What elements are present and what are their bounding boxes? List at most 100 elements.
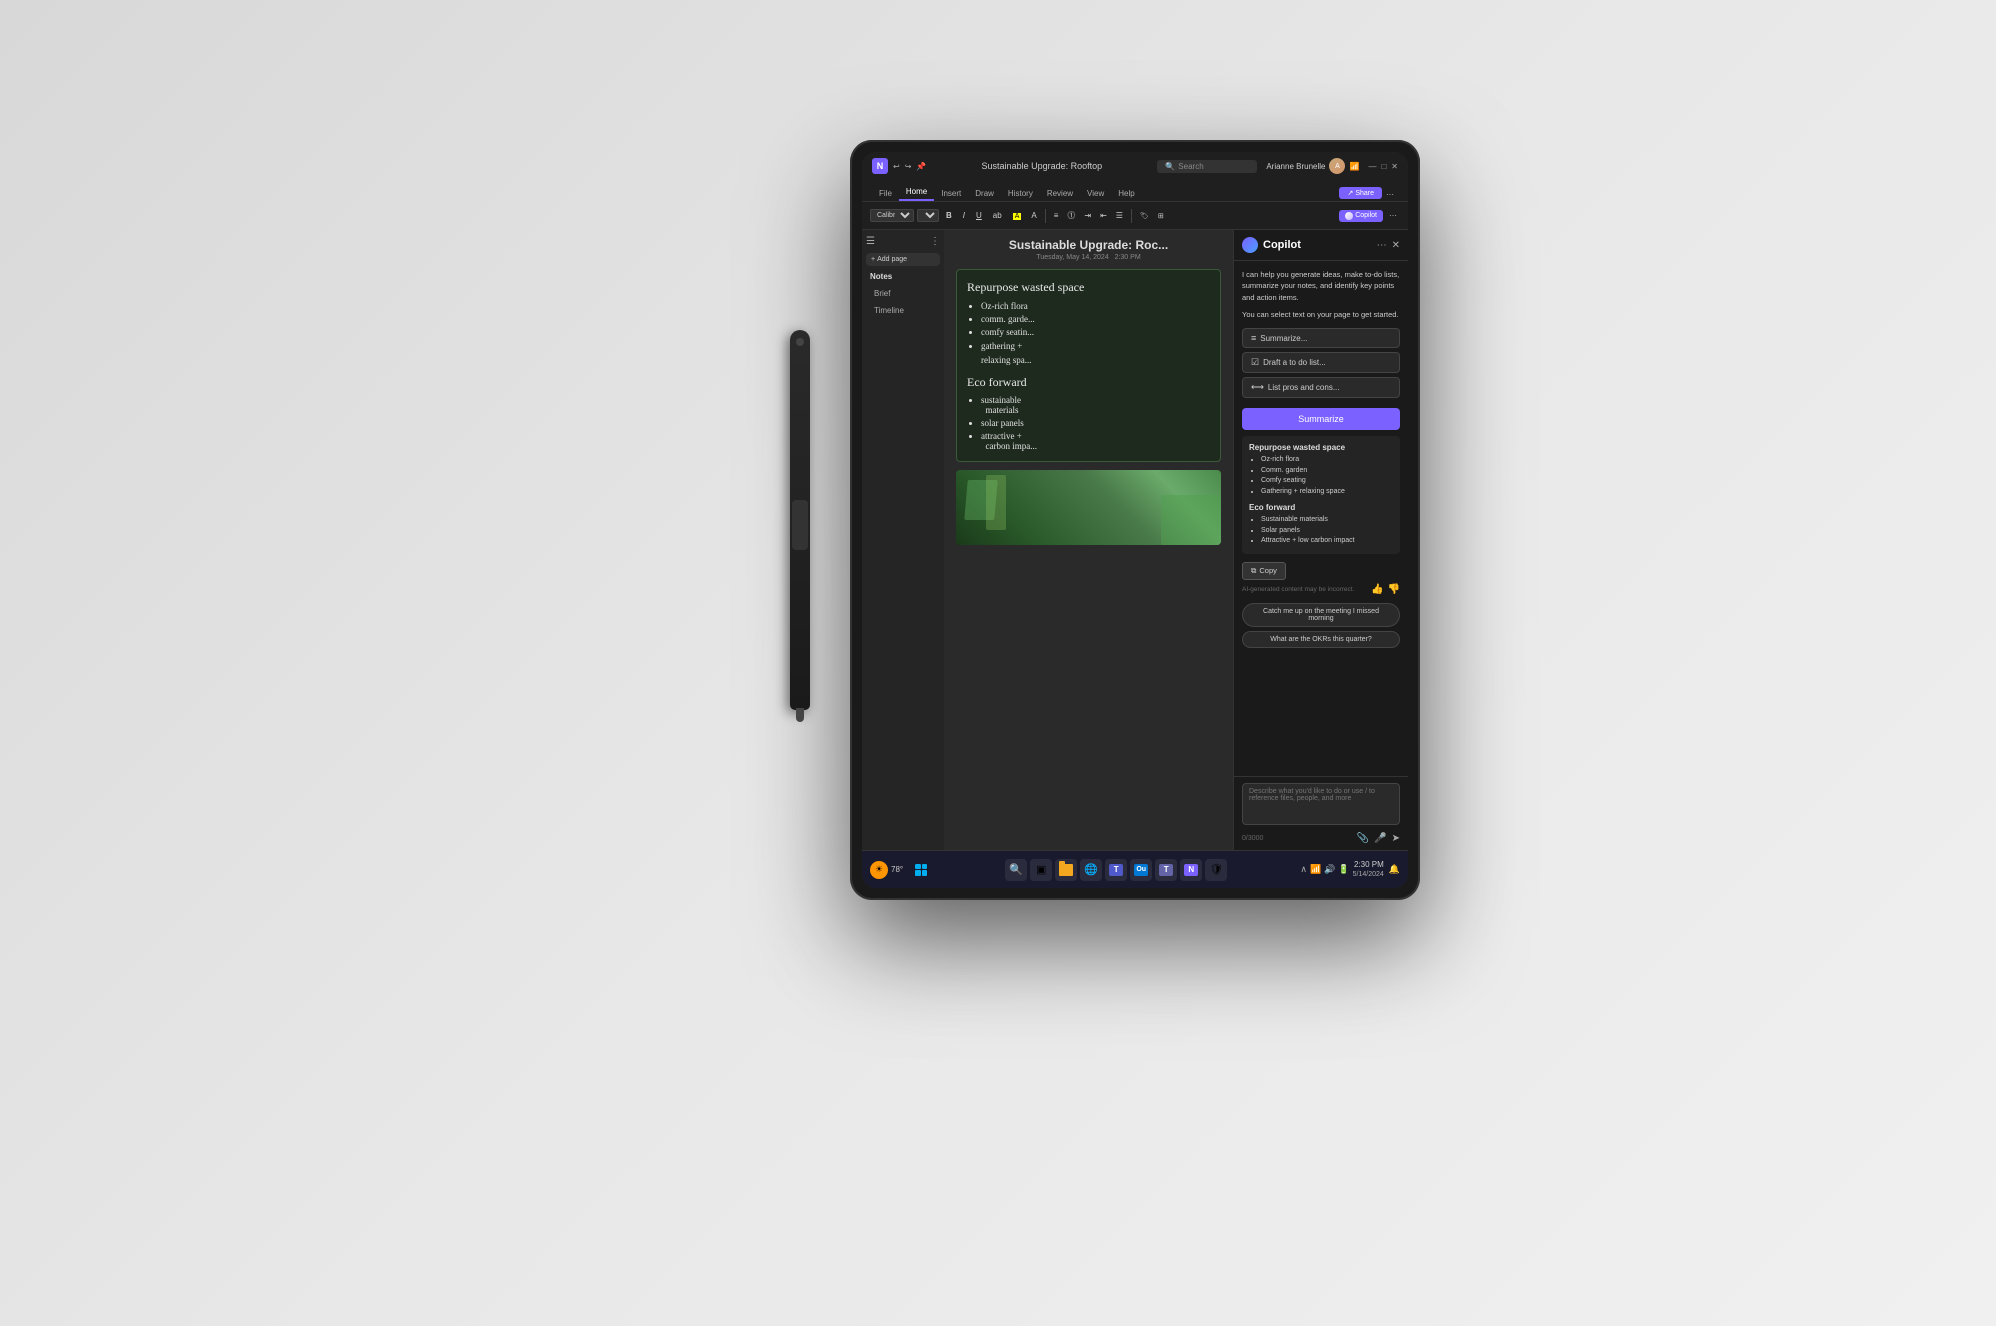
share-btn[interactable]: ↗ Share xyxy=(1339,187,1382,199)
taskbar-onenote-btn[interactable]: N xyxy=(1180,859,1202,881)
taskbar-security-btn[interactable]: 🛡 xyxy=(1205,859,1227,881)
numbering-btn[interactable]: ⓵ xyxy=(1064,208,1078,223)
sidebar-item-notes[interactable]: Notes xyxy=(866,270,940,283)
divider2 xyxy=(1131,209,1132,223)
taskbar-outlook-btn[interactable]: Ou xyxy=(1130,859,1152,881)
summary-item-4: Gathering + relaxing space xyxy=(1261,487,1393,498)
copilot-title: Copilot xyxy=(1263,239,1372,251)
settings-icon[interactable]: ⋮ xyxy=(930,236,940,247)
prompt-chip-1[interactable]: Catch me up on the meeting I missed morn… xyxy=(1242,603,1400,627)
tab-file[interactable]: File xyxy=(872,186,899,201)
summarize-result-btn[interactable]: Summarize xyxy=(1242,408,1400,430)
highlight-btn[interactable]: A xyxy=(1009,209,1026,222)
suggest-todo[interactable]: ☑ Draft a to do list... xyxy=(1242,352,1400,373)
taskbar-teams-btn[interactable]: T xyxy=(1105,859,1127,881)
hamburger-icon[interactable]: ☰ xyxy=(866,236,875,247)
tab-view[interactable]: View xyxy=(1080,186,1111,201)
app-icon: N xyxy=(872,158,888,174)
summary-item-1: Oz-rich flora xyxy=(1261,455,1393,466)
taskbar-edge-btn[interactable]: 🌐 xyxy=(1080,859,1102,881)
titlebar-pin[interactable]: 📌 xyxy=(916,162,926,171)
send-btn[interactable]: ➤ xyxy=(1392,833,1400,844)
weather-widget: ☀ 78° xyxy=(870,861,903,879)
note-body[interactable]: Repurpose wasted space Oz-rich flora com… xyxy=(944,265,1233,553)
bold-btn[interactable]: B xyxy=(942,209,956,222)
chevron-btn[interactable]: ∧ xyxy=(1300,864,1307,875)
titlebar-redo[interactable]: ↪ xyxy=(905,162,912,171)
copilot-header: Copilot ⋯ ✕ xyxy=(1234,230,1408,261)
close-btn[interactable]: ✕ xyxy=(1391,162,1398,171)
search-box[interactable]: 🔍 Search xyxy=(1157,160,1257,173)
underline-btn[interactable]: U xyxy=(972,209,986,222)
tab-draw[interactable]: Draw xyxy=(968,186,1001,201)
hw-item-7: attractive + carbon impa... xyxy=(981,431,1210,451)
hw-list-2: sustainable materials solar panels attra… xyxy=(967,395,1210,451)
add-page-btn[interactable]: + Add page xyxy=(866,253,940,266)
hw-item-4: gathering +relaxing spa... xyxy=(981,340,1210,367)
copilot-input-area: 0/3000 📎 🎤 ➤ xyxy=(1234,776,1408,850)
windows-start-btn[interactable] xyxy=(910,859,932,881)
ribbon-tabs: File Home Insert Draw History Review Vie… xyxy=(862,180,1408,202)
taskbar-teams2-btn[interactable]: T xyxy=(1155,859,1177,881)
sound-icon: 🔊 xyxy=(1324,864,1335,875)
copy-btn[interactable]: ⧉ Copy xyxy=(1242,562,1286,580)
align-btn[interactable]: ☰ xyxy=(1113,209,1126,222)
thumbsup-btn[interactable]: 👍 xyxy=(1371,584,1383,595)
indent-btn[interactable]: ⇥ xyxy=(1081,209,1094,222)
sidebar-item-brief[interactable]: Brief xyxy=(866,287,940,300)
summary-item-2: Comm. garden xyxy=(1261,466,1393,477)
mic-btn[interactable]: 🎤 xyxy=(1374,833,1386,844)
hw-title-1: Repurpose wasted space xyxy=(967,280,1210,295)
taskbar: ☀ 78° 🔍 ▣ xyxy=(862,850,1408,888)
italic-btn[interactable]: I xyxy=(959,209,969,222)
copilot-textarea[interactable] xyxy=(1242,783,1400,825)
copilot-select-hint: You can select text on your page to get … xyxy=(1242,309,1400,320)
summary-list-2: Sustainable materials Solar panels Attra… xyxy=(1249,515,1393,547)
font-family-select[interactable]: Calibri xyxy=(870,209,914,222)
hw-item-2: comm. garde... xyxy=(981,314,1210,324)
attach-btn[interactable]: 📎 xyxy=(1357,833,1369,844)
sidebar-item-timeline[interactable]: Timeline xyxy=(866,304,940,317)
copilot-more-btn[interactable]: ⋯ xyxy=(1377,240,1387,251)
maximize-btn[interactable]: □ xyxy=(1381,162,1386,171)
summary-item-7: Attractive + low carbon impact xyxy=(1261,536,1393,547)
suggest-summarize[interactable]: ≡ Summarize... xyxy=(1242,328,1400,348)
more-btn[interactable]: ⋯ xyxy=(1386,209,1400,222)
bullets-btn[interactable]: ≡ xyxy=(1051,209,1062,222)
network-icon: 📶 xyxy=(1310,864,1321,875)
screen: N ↩ ↪ 📌 Sustainable Upgrade: Rooftop 🔍 S… xyxy=(862,152,1408,888)
copilot-close-btn[interactable]: ✕ xyxy=(1392,240,1400,251)
tab-help[interactable]: Help xyxy=(1111,186,1141,201)
table-btn[interactable]: ⊞ xyxy=(1155,210,1167,222)
clock[interactable]: 2:30 PM 5/14/2024 xyxy=(1353,860,1384,879)
tab-home[interactable]: Home xyxy=(899,184,934,201)
strikethrough-btn[interactable]: ab xyxy=(989,209,1006,222)
thumbsdown-btn[interactable]: 👎 xyxy=(1388,584,1400,595)
copilot-ribbon-btn[interactable]: Copilot xyxy=(1339,210,1383,222)
weather-icon: ☀ xyxy=(870,861,888,879)
outdent-btn[interactable]: ⇤ xyxy=(1097,209,1110,222)
copilot-body: I can help you generate ideas, make to-d… xyxy=(1234,261,1408,776)
ribbon-options-btn[interactable]: ⋯ xyxy=(1382,188,1398,201)
tab-review[interactable]: Review xyxy=(1040,186,1080,201)
tab-history[interactable]: History xyxy=(1001,186,1040,201)
note-content: Sustainable Upgrade: Roc... Tuesday, May… xyxy=(944,230,1233,850)
notification-btn[interactable]: 🔔 xyxy=(1389,864,1400,875)
summary-item-5: Sustainable materials xyxy=(1261,515,1393,526)
tab-insert[interactable]: Insert xyxy=(934,186,968,201)
time-display: 2:30 PM xyxy=(1353,860,1384,870)
prompt-chip-2[interactable]: What are the OKRs this quarter? xyxy=(1242,631,1400,648)
titlebar-undo[interactable]: ↩ xyxy=(893,162,900,171)
font-size-select[interactable]: 11 xyxy=(917,209,939,222)
taskbar-search-btn[interactable]: 🔍 xyxy=(1005,859,1027,881)
suggest-pros-cons[interactable]: ⟷ List pros and cons... xyxy=(1242,377,1400,398)
minimize-btn[interactable]: — xyxy=(1368,162,1376,171)
summary-list-1: Oz-rich flora Comm. garden Comfy seating… xyxy=(1249,455,1393,497)
font-color-btn[interactable]: A xyxy=(1028,209,1039,222)
summary-section1-title: Repurpose wasted space xyxy=(1249,443,1393,452)
taskbar-multitask-btn[interactable]: ▣ xyxy=(1030,859,1052,881)
tag-btn[interactable]: 🏷 xyxy=(1137,210,1152,222)
hw-item-3: comfy seatin... xyxy=(981,327,1210,337)
input-toolbar: 0/3000 📎 🎤 ➤ xyxy=(1242,833,1400,844)
taskbar-files-btn[interactable] xyxy=(1055,859,1077,881)
